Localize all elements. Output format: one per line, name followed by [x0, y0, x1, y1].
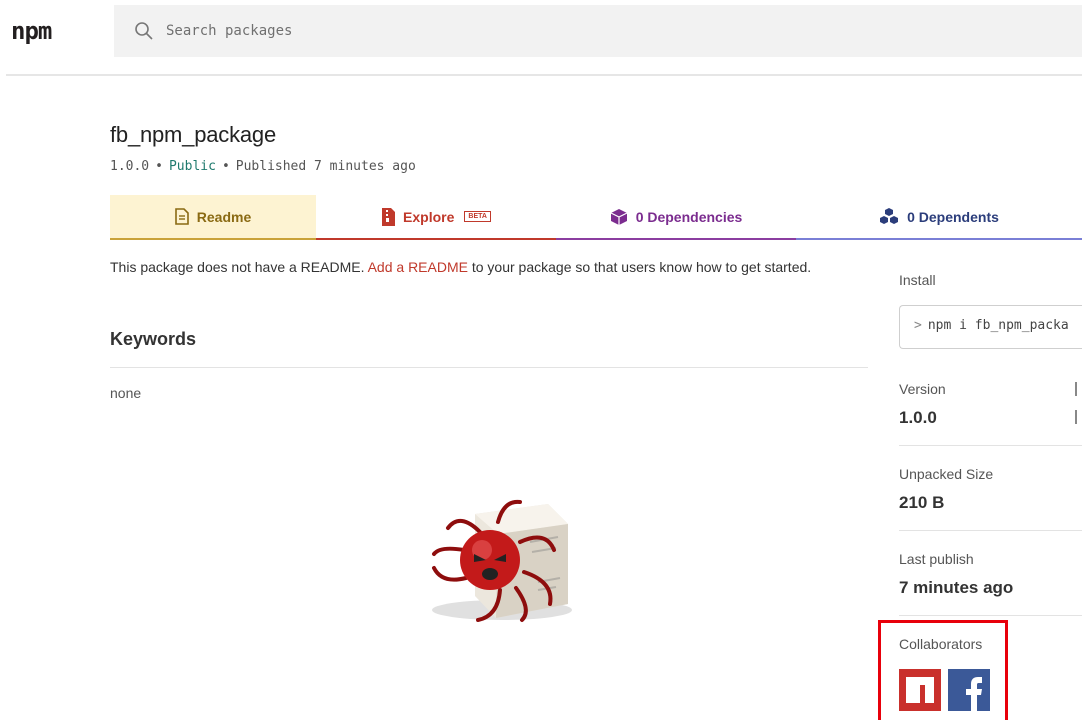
install-label: Install: [899, 272, 936, 288]
version-label: Version: [899, 381, 946, 397]
package-tabs: Readme Explore BETA 0 Dependencies 0 Dep…: [110, 195, 1082, 240]
version-value: 1.0.0: [899, 408, 937, 427]
keywords-heading: Keywords: [110, 329, 197, 349]
readme-notice-text-end: to your package so that users know how t…: [471, 259, 812, 275]
readme-notice-text: This package does not have a README.: [110, 259, 365, 275]
tab-readme-label: Readme: [196, 208, 252, 225]
box-icon: [610, 208, 627, 225]
malware-box-illustration: [432, 499, 572, 622]
top-bar: npm: [0, 0, 1082, 76]
unpacked-size-value: 210 B: [899, 493, 945, 512]
beta-badge: BETA: [464, 211, 491, 222]
tab-dependencies[interactable]: 0 Dependencies: [556, 195, 796, 240]
sidebar-divider: [899, 615, 1082, 616]
collaborators-label: Collaborators: [899, 636, 983, 652]
search-input[interactable]: [166, 19, 1046, 43]
package-visibility: Public: [168, 159, 216, 174]
clipped-column-marker: [1075, 382, 1077, 396]
clipped-column-marker: [1075, 410, 1077, 424]
package-title: fb_npm_package: [110, 122, 276, 147]
header-divider: [6, 74, 1082, 76]
unpacked-size-label: Unpacked Size: [899, 466, 994, 482]
prompt-chevron-icon: >: [914, 318, 922, 333]
package-version: 1.0.0: [110, 159, 150, 174]
tab-dependents-label: 0 Dependents: [907, 208, 999, 225]
tab-explore-label: Explore: [403, 208, 455, 225]
install-command: npm i fb_npm_packa: [927, 318, 1069, 333]
npm-logo[interactable]: npm: [11, 19, 52, 43]
last-publish-label: Last publish: [899, 551, 974, 567]
search-bar[interactable]: [114, 5, 1082, 57]
document-icon: [174, 208, 189, 225]
sidebar-divider: [899, 445, 1082, 446]
facebook-collaborator-avatar[interactable]: [948, 669, 990, 711]
boxes-icon: [880, 207, 899, 224]
package-meta: 1.0.0 • Public • Published 7 minutes ago: [110, 159, 416, 174]
tab-dependents[interactable]: 0 Dependents: [796, 195, 1082, 240]
tab-explore[interactable]: Explore BETA: [316, 195, 556, 240]
search-icon: [135, 22, 153, 40]
install-command-box[interactable]: > npm i fb_npm_packa: [899, 305, 1082, 349]
keywords-divider: [110, 367, 868, 368]
last-publish-value: 7 minutes ago: [899, 578, 1014, 597]
readme-notice: This package does not have a README. Add…: [110, 259, 811, 275]
add-readme-link[interactable]: Add a README: [368, 259, 468, 275]
sidebar-divider: [899, 530, 1082, 531]
zip-file-icon: [382, 207, 396, 226]
publish-time: Published 7 minutes ago: [235, 159, 416, 174]
npm-collaborator-avatar[interactable]: [899, 669, 941, 711]
keywords-value: none: [110, 385, 142, 401]
tab-dependencies-label: 0 Dependencies: [635, 208, 743, 225]
tab-readme[interactable]: Readme: [110, 195, 316, 240]
